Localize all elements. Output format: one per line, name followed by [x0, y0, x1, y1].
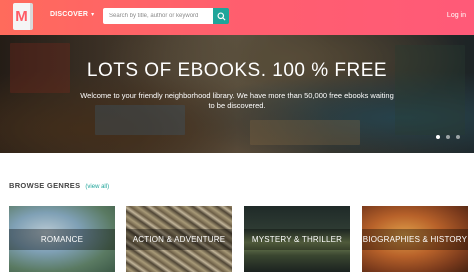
genres-header: BROWSE GENRES (view all)	[9, 181, 109, 190]
top-header: M DISCOVER ▾ Log in	[0, 0, 474, 35]
carousel-dots	[436, 135, 460, 139]
logo-letter: M	[15, 8, 28, 25]
search-button[interactable]	[213, 8, 229, 24]
search-icon	[216, 11, 226, 21]
search-input[interactable]	[103, 8, 213, 24]
view-all-link[interactable]: (view all)	[85, 184, 109, 190]
discover-label: DISCOVER	[50, 11, 89, 18]
discover-menu[interactable]: DISCOVER ▾	[50, 11, 94, 18]
login-link[interactable]: Log in	[447, 12, 466, 19]
hero-bg-shelf	[395, 45, 465, 135]
genre-label: MYSTERY & THRILLER	[244, 228, 350, 250]
genre-label: ROMANCE	[9, 228, 115, 250]
genre-card-biographies-history[interactable]: BIOGRAPHIES & HISTORY	[362, 206, 468, 272]
genre-card-action-adventure[interactable]: ACTION & ADVENTURE	[126, 206, 232, 272]
genres-title: BROWSE GENRES	[9, 181, 81, 190]
logo-icon[interactable]: M	[13, 3, 33, 30]
genre-card-romance[interactable]: ROMANCE	[9, 206, 115, 272]
hero-banner: LOTS OF EBOOKS. 100 % FREE Welcome to yo…	[0, 35, 474, 153]
carousel-dot[interactable]	[456, 135, 460, 139]
carousel-dot[interactable]	[436, 135, 440, 139]
hero-subtitle: Welcome to your friendly neighborhood li…	[80, 91, 394, 110]
genre-label: BIOGRAPHIES & HISTORY	[362, 228, 468, 250]
hero-bg-shelf	[250, 120, 360, 145]
search-bar	[103, 8, 229, 24]
genre-card-mystery-thriller[interactable]: MYSTERY & THRILLER	[244, 206, 350, 272]
carousel-dot[interactable]	[446, 135, 450, 139]
chevron-down-icon: ▾	[91, 11, 95, 18]
hero-title: LOTS OF EBOOKS. 100 % FREE	[86, 60, 388, 81]
genre-label: ACTION & ADVENTURE	[126, 228, 232, 250]
